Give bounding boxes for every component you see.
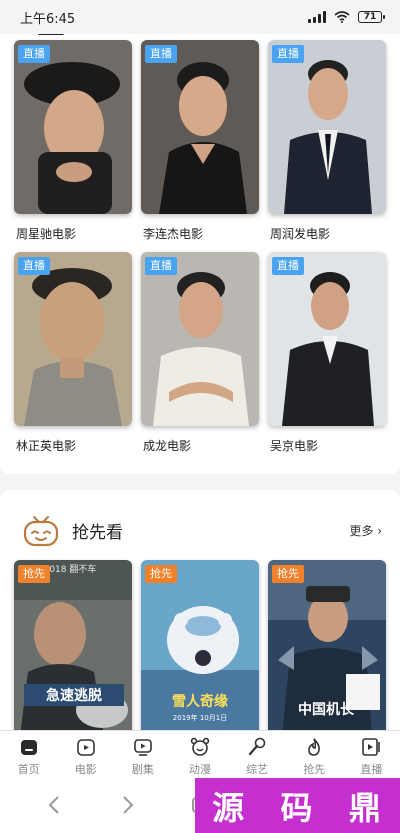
- tab-variety[interactable]: 综艺: [229, 731, 286, 778]
- actor-photo: [141, 252, 259, 426]
- live-tile[interactable]: 直播 林正英电影: [14, 252, 132, 464]
- live-badge: 直播: [18, 257, 50, 275]
- tv-icon: [134, 739, 152, 756]
- signal-icon: [308, 11, 326, 23]
- watermark-logo: 源 码 鼎: [195, 778, 400, 833]
- watermark-char: 码: [280, 788, 315, 827]
- preview-section: 抢先看 更多 › 急速逃脱 2018 翻不车 抢先 雪人奇缘 2019年 10月…: [0, 490, 400, 730]
- live-poster[interactable]: 直播: [14, 40, 132, 214]
- live-poster[interactable]: 直播: [268, 40, 386, 214]
- back-icon[interactable]: [40, 790, 70, 820]
- preview-badge: 抢先: [18, 565, 50, 583]
- tab-label: 综艺: [246, 763, 269, 776]
- live-tile-title: 吴京电影: [270, 439, 319, 453]
- live-badge: 直播: [145, 45, 177, 63]
- tab-label: 动漫: [188, 763, 211, 776]
- live-section: 直播 周星驰电影 直播 李连杰电影 直播 周润发电影 直播 林正英电影 直播 成…: [0, 34, 400, 474]
- wifi-icon: [334, 11, 350, 23]
- tab-label: 直播: [360, 763, 383, 776]
- preview-poster[interactable]: 雪人奇缘 2019年 10月1日 抢先: [141, 560, 259, 730]
- tab-label: 首页: [17, 763, 40, 776]
- poster-caption: 2019年 10月1日: [173, 713, 227, 722]
- live-tile[interactable]: 直播 周润发电影: [268, 40, 386, 252]
- poster-logo: 急速逃脱: [46, 687, 102, 704]
- status-bar: 上午6:45 71: [0, 0, 400, 34]
- live-badge: 直播: [145, 257, 177, 275]
- content-area[interactable]: 直播 周星驰电影 直播 李连杰电影 直播 周润发电影 直播 林正英电影 直播 成…: [0, 34, 400, 730]
- tab-anime[interactable]: 动漫: [171, 731, 228, 778]
- section-header: 抢先看 更多 ›: [22, 510, 382, 550]
- battery-icon: 71: [358, 11, 385, 23]
- tab-live[interactable]: 直播: [343, 731, 400, 778]
- live-tile-title: 李连杰电影: [143, 227, 204, 241]
- live-badge: 直播: [18, 45, 50, 63]
- preview-poster[interactable]: 急速逃脱 2018 翻不车 抢先: [14, 560, 132, 730]
- live-poster[interactable]: 直播: [268, 252, 386, 426]
- actor-photo: [141, 40, 259, 214]
- preview-badge: 抢先: [272, 565, 304, 583]
- film-icon: [76, 739, 95, 756]
- movie-poster-art: 雪人奇缘 2019年 10月1日: [141, 560, 259, 730]
- actor-photo: [14, 40, 132, 214]
- preview-grid: 急速逃脱 2018 翻不车 抢先 雪人奇缘 2019年 10月1日 抢先 中国机…: [14, 560, 388, 730]
- poster-logo: 雪人奇缘: [172, 693, 228, 710]
- bottom-tab-bar: 首页 电影 剧集 动漫 综艺 抢先 直播: [0, 730, 400, 778]
- battery-level: 71: [363, 12, 377, 22]
- more-link[interactable]: 更多 ›: [349, 522, 382, 539]
- tv-mascot-icon: [23, 516, 59, 547]
- live-tile[interactable]: 直播 吴京电影: [268, 252, 386, 464]
- tab-label: 剧集: [131, 763, 154, 776]
- poster-logo: 中国机长: [298, 701, 355, 718]
- tab-label: 电影: [74, 763, 97, 776]
- preview-badge: 抢先: [145, 565, 177, 583]
- preview-poster[interactable]: 中国机长 抢先: [268, 560, 386, 730]
- live-poster[interactable]: 直播: [141, 252, 259, 426]
- status-time: 上午6:45: [20, 11, 76, 27]
- tab-preview[interactable]: 抢先: [286, 731, 343, 778]
- movie-poster-art: 急速逃脱 2018 翻不车: [14, 560, 132, 730]
- home-icon: [20, 740, 37, 755]
- anime-icon: [190, 737, 210, 756]
- live-tile-title: 林正英电影: [16, 439, 77, 453]
- mic-icon: [249, 737, 266, 756]
- scroll-indicator: [38, 34, 64, 35]
- live-tile[interactable]: 直播 周星驰电影: [14, 40, 132, 252]
- watermark-char: 源: [212, 788, 247, 827]
- actor-photo: [268, 40, 386, 214]
- forward-icon[interactable]: [112, 790, 142, 820]
- status-icons: 71: [308, 11, 385, 23]
- live-poster[interactable]: 直播: [14, 252, 132, 426]
- tab-series[interactable]: 剧集: [114, 731, 171, 778]
- live-tile[interactable]: 直播 成龙电影: [141, 252, 259, 464]
- flame-icon: [308, 738, 321, 756]
- live-tile-title: 成龙电影: [143, 439, 192, 453]
- actor-photo: [268, 252, 386, 426]
- live-tile-title: 周润发电影: [270, 227, 331, 241]
- live-grid: 直播 周星驰电影 直播 李连杰电影 直播 周润发电影 直播 林正英电影 直播 成…: [14, 40, 388, 464]
- tab-movies[interactable]: 电影: [57, 731, 114, 778]
- poster-caption: 2018 翻不车: [44, 563, 97, 575]
- tab-home[interactable]: 首页: [0, 731, 57, 778]
- live-poster[interactable]: 直播: [141, 40, 259, 214]
- live-badge: 直播: [272, 45, 304, 63]
- movie-poster-art: 中国机长: [268, 560, 386, 730]
- actor-photo: [14, 252, 132, 426]
- live-badge: 直播: [272, 257, 304, 275]
- live-icon: [362, 738, 381, 756]
- section-title: 抢先看: [72, 522, 123, 543]
- live-tile[interactable]: 直播 李连杰电影: [141, 40, 259, 252]
- watermark-char: 鼎: [348, 788, 383, 827]
- live-tile-title: 周星驰电影: [16, 227, 77, 241]
- tab-label: 抢先: [303, 763, 326, 776]
